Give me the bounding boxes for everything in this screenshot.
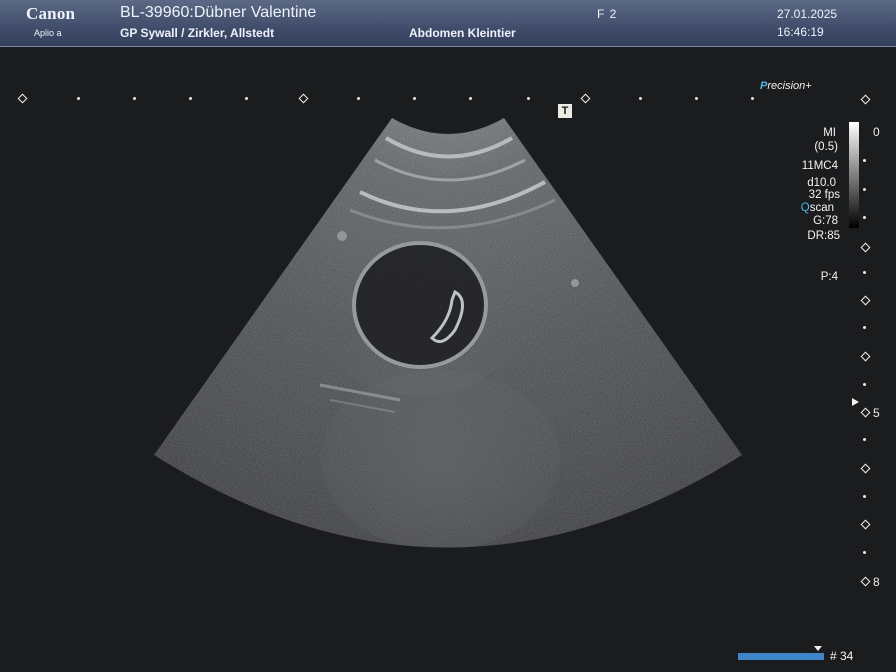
- scale-dot: [469, 97, 472, 100]
- gain-value: G:78: [813, 215, 838, 227]
- dynamic-range-value: DR:85: [807, 230, 840, 242]
- scale-dot: [77, 97, 80, 100]
- depth-dot: [863, 216, 866, 219]
- depth-dot: [863, 188, 866, 191]
- depth-dot: [863, 326, 866, 329]
- frame-rate: 32 fps: [808, 189, 840, 201]
- cine-position-marker[interactable]: [814, 646, 822, 651]
- precision-plus-label: Precision+: [760, 80, 812, 92]
- depth-dot: [863, 159, 866, 162]
- scale-dot: [527, 97, 530, 100]
- focus-marker[interactable]: [852, 398, 859, 406]
- depth-dot: [863, 271, 866, 274]
- cine-frame-index: # 34: [830, 649, 854, 663]
- depth-dot: [863, 438, 866, 441]
- transducer-orientation-marker: T: [558, 104, 572, 118]
- scale-dot: [189, 97, 192, 100]
- depth-label-mid: 5: [873, 406, 880, 420]
- scale-dot: [413, 97, 416, 100]
- depth-dot: [863, 551, 866, 554]
- depth-dot: [863, 495, 866, 498]
- depth-label-bottom: 8: [873, 575, 880, 589]
- scale-dot: [133, 97, 136, 100]
- ultrasound-image: [154, 118, 742, 548]
- p-value: P:4: [820, 271, 838, 283]
- scale-dot: [245, 97, 248, 100]
- depth-dot: [863, 383, 866, 386]
- scale-dot: [357, 97, 360, 100]
- depth-value: d10.0: [807, 177, 836, 189]
- grayscale-bar: [849, 122, 859, 228]
- scale-dot: [695, 97, 698, 100]
- qscan-label: Qscan: [800, 202, 834, 214]
- probe-name: 11MC4: [801, 160, 838, 172]
- depth-label-top: 0: [873, 125, 880, 139]
- scale-dot: [751, 97, 754, 100]
- mi-label: MI: [823, 127, 836, 139]
- scale-dot: [639, 97, 642, 100]
- gestational-sac: [352, 241, 488, 369]
- mi-value: (0.5): [814, 141, 838, 153]
- cine-progress-bar[interactable]: [738, 653, 824, 660]
